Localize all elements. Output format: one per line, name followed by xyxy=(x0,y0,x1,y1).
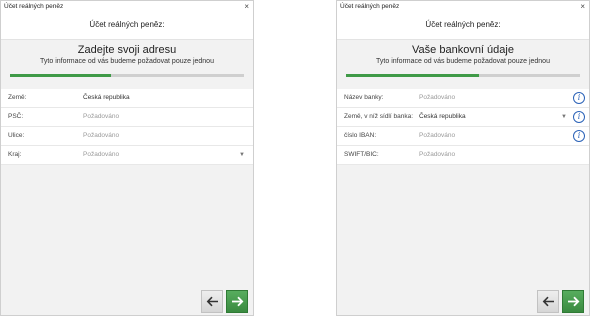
bank-name-field[interactable]: Název banky: Požadováno i xyxy=(337,89,589,108)
country-label: Země: xyxy=(8,94,27,101)
iban-input[interactable]: Požadováno xyxy=(419,127,455,145)
bank-details-dialog: Účet reálných peněz × Účet reálných peně… xyxy=(336,0,590,316)
arrow-right-icon xyxy=(231,296,243,307)
step-title: Vaše bankovní údaje xyxy=(412,44,514,56)
swift-input[interactable]: Požadováno xyxy=(419,146,455,164)
step-header: Zadejte svoji adresu Tyto informace od v… xyxy=(1,39,253,83)
country-field[interactable]: Země: Česká republika xyxy=(1,89,253,108)
chevron-down-icon[interactable]: ▼ xyxy=(239,146,245,164)
info-icon[interactable]: i xyxy=(573,92,585,104)
street-field[interactable]: Ulice: Požadováno xyxy=(1,127,253,146)
back-button[interactable] xyxy=(537,290,559,313)
window-title: Účet reálných peněz xyxy=(4,3,64,10)
bank-form: Název banky: Požadováno i Země, v níž sí… xyxy=(337,89,589,165)
bank-country-label: Země, v níž sídlí banka: xyxy=(344,113,414,120)
bank-country-field[interactable]: Země, v níž sídlí banka: Česká republika… xyxy=(337,108,589,127)
region-field[interactable]: Kraj: Požadováno ▼ xyxy=(1,146,253,165)
progress-bar xyxy=(10,74,244,77)
region-select[interactable]: Požadováno xyxy=(83,146,119,164)
info-icon[interactable]: i xyxy=(573,130,585,142)
step-subtitle: Tyto informace od vás budeme požadovat p… xyxy=(40,58,214,65)
swift-field[interactable]: SWIFT/BIC: Požadováno xyxy=(337,146,589,165)
close-icon[interactable]: × xyxy=(580,1,585,13)
country-value[interactable]: Česká republika xyxy=(83,89,130,107)
arrow-right-icon xyxy=(567,296,579,307)
close-icon[interactable]: × xyxy=(244,1,249,13)
arrow-left-icon xyxy=(542,296,554,307)
account-header: Účet reálných peněz: xyxy=(1,13,253,40)
postcode-field[interactable]: PSČ: Požadováno xyxy=(1,108,253,127)
progress-fill xyxy=(10,74,111,77)
postcode-input[interactable]: Požadováno xyxy=(83,108,119,126)
chevron-down-icon[interactable]: ▼ xyxy=(561,108,567,126)
back-button[interactable] xyxy=(201,290,223,313)
account-header: Účet reálných peněz: xyxy=(337,13,589,40)
iban-field[interactable]: číslo IBAN: Požadováno i xyxy=(337,127,589,146)
window-titlebar: Účet reálných peněz × xyxy=(1,1,253,13)
arrow-left-icon xyxy=(206,296,218,307)
bank-name-label: Název banky: xyxy=(344,94,384,101)
progress-fill xyxy=(346,74,480,77)
step-title: Zadejte svoji adresu xyxy=(77,44,177,56)
progress-bar xyxy=(346,74,580,77)
address-dialog: Účet reálných peněz × Účet reálných peně… xyxy=(0,0,254,316)
postcode-label: PSČ: xyxy=(8,113,24,120)
region-label: Kraj: xyxy=(8,151,22,158)
next-button[interactable] xyxy=(226,290,248,313)
iban-label: číslo IBAN: xyxy=(344,132,377,139)
window-title: Účet reálných peněz xyxy=(340,3,400,10)
swift-label: SWIFT/BIC: xyxy=(344,151,379,158)
bank-name-input[interactable]: Požadováno xyxy=(419,89,455,107)
address-form: Země: Česká republika PSČ: Požadováno Ul… xyxy=(1,89,253,165)
window-titlebar: Účet reálných peněz × xyxy=(337,1,589,13)
step-subtitle: Tyto informace od vás budeme požadovat p… xyxy=(376,58,550,65)
info-icon[interactable]: i xyxy=(573,111,585,123)
next-button[interactable] xyxy=(562,290,584,313)
bank-country-select[interactable]: Česká republika xyxy=(419,108,466,126)
step-header: Vaše bankovní údaje Tyto informace od vá… xyxy=(337,39,589,83)
street-input[interactable]: Požadováno xyxy=(83,127,119,145)
street-label: Ulice: xyxy=(8,132,25,139)
